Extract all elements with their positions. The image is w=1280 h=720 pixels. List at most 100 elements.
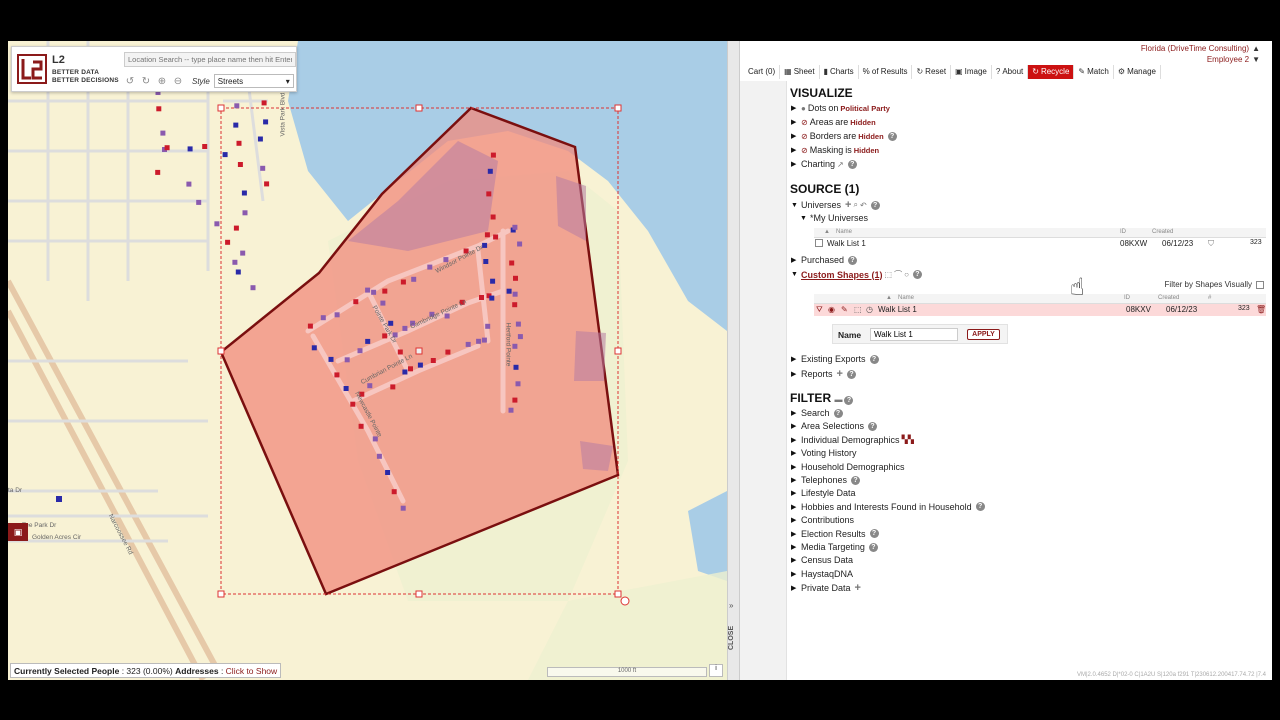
voter-dot[interactable] (234, 103, 240, 109)
help-icon[interactable]: ? (833, 408, 843, 418)
zoom-out-icon[interactable]: ⊖ (172, 76, 184, 87)
map-info-button[interactable]: i (709, 664, 723, 677)
filter-item[interactable]: ▶ Voting History (791, 448, 857, 458)
voter-dot[interactable] (512, 291, 518, 297)
voter-dot[interactable] (489, 295, 495, 301)
column-header[interactable]: Created (1158, 295, 1179, 301)
map-view[interactable]: Vista Park Blvd Windsor Pointe Dr Cambri… (8, 41, 727, 680)
voter-dot[interactable] (513, 275, 518, 281)
column-header[interactable]: ID (1120, 229, 1126, 235)
voter-dot[interactable] (430, 358, 436, 363)
voter-dot[interactable] (490, 152, 496, 158)
collapse-arrow-icon[interactable]: » (729, 601, 733, 610)
voter-dot[interactable] (493, 234, 499, 240)
voter-dot[interactable] (250, 285, 256, 291)
voter-dot[interactable] (465, 341, 471, 347)
column-header[interactable]: Name (836, 229, 852, 235)
shape-name-input[interactable] (870, 328, 958, 341)
match-button[interactable]: ✎ Match (1074, 65, 1114, 79)
voter-dot[interactable] (512, 224, 518, 230)
voter-dot[interactable] (427, 264, 433, 270)
sort-icon[interactable]: ▲ (886, 295, 892, 301)
voter-dot[interactable] (233, 225, 239, 231)
help-icon[interactable]: ? (844, 396, 854, 405)
location-search-input[interactable] (124, 52, 296, 67)
visualize-dots[interactable]: ▶ ● Dots on Political Party (791, 103, 890, 113)
help-icon[interactable]: ? (851, 475, 861, 485)
purchased-row[interactable]: ▶ Purchased? (791, 255, 858, 265)
voter-dot[interactable] (357, 348, 363, 354)
voter-dot[interactable] (257, 136, 263, 142)
voter-dot[interactable] (515, 321, 521, 327)
search-icon[interactable]: ⌕ (853, 200, 857, 210)
help-icon[interactable]: ? (846, 369, 856, 379)
voter-dot[interactable] (237, 162, 243, 167)
voter-dot[interactable] (307, 323, 313, 329)
voter-dot[interactable] (382, 288, 388, 294)
voter-dot[interactable] (232, 259, 238, 265)
voter-dot[interactable] (160, 130, 166, 136)
voter-dot[interactable] (155, 169, 161, 175)
voter-dot[interactable] (264, 181, 270, 187)
visualize-charting[interactable]: ▶ Charting ↗? (791, 159, 857, 169)
row-checkbox[interactable] (815, 239, 823, 247)
voter-dot[interactable] (490, 214, 496, 220)
filter-item[interactable]: ▶ Census Data (791, 555, 853, 565)
help-icon[interactable]: ? (869, 529, 879, 539)
voter-dot[interactable] (417, 362, 423, 368)
voter-dot[interactable] (397, 349, 403, 355)
style-select[interactable]: Streets ▾ (213, 74, 294, 88)
filter-item[interactable]: ▶ Contributions (791, 515, 854, 525)
undo-icon[interactable]: ↶ (860, 201, 867, 210)
map-canvas[interactable] (8, 41, 727, 680)
filter-item[interactable]: ▶ Household Demographics (791, 462, 905, 472)
help-icon[interactable]: ? (869, 354, 879, 364)
voter-dot[interactable] (242, 210, 248, 216)
add-icon[interactable]: + (837, 368, 843, 380)
filter-item[interactable]: ▶ Individual Demographics ▚▚ (791, 435, 914, 445)
filter-item[interactable]: ▶ Search? (791, 408, 843, 418)
about-button[interactable]: ? About (992, 65, 1029, 79)
cart-button[interactable]: Cart (0) (744, 65, 781, 79)
sort-icon[interactable]: ▲ (824, 229, 830, 235)
voter-dot[interactable] (490, 278, 496, 284)
custom-shapes-row[interactable]: ▼ Custom Shapes (1) ⬚ ⌒ ○? (791, 269, 922, 280)
voter-dot[interactable] (508, 407, 514, 413)
voter-dot[interactable] (164, 145, 170, 151)
filter-item[interactable]: ▶ Area Selections? (791, 421, 878, 431)
image-button[interactable]: ▣ Image (951, 65, 992, 79)
voter-dot[interactable] (240, 250, 246, 256)
zoom-in-icon[interactable]: ⊕ (156, 76, 168, 87)
help-icon[interactable]: ? (848, 255, 858, 265)
filter-item[interactable]: ▶ Private Data + (791, 582, 861, 594)
reports-row[interactable]: ▶ Reports +? (791, 368, 856, 380)
voter-dot[interactable] (235, 269, 241, 275)
column-header[interactable]: Created (1152, 229, 1173, 235)
filter-item[interactable]: ▶ HaystaqDNA (791, 569, 853, 579)
voter-dot[interactable] (186, 181, 192, 187)
voter-dot[interactable] (260, 165, 266, 171)
voter-dot[interactable] (515, 381, 521, 387)
voter-dot[interactable] (202, 144, 208, 149)
voter-dot[interactable] (380, 300, 386, 306)
voter-dot[interactable] (214, 221, 220, 227)
bounds-icon[interactable]: ⬚ (854, 305, 862, 314)
clock-icon[interactable]: ◷ (866, 305, 873, 314)
voter-dot[interactable] (311, 345, 317, 351)
voter-dot[interactable] (476, 338, 482, 344)
voter-dot[interactable] (445, 349, 451, 355)
chat-icon[interactable]: ▣ (8, 523, 28, 541)
percent-results-button[interactable]: % of Results (859, 65, 913, 79)
voter-dot[interactable] (236, 140, 242, 146)
table-row[interactable]: ⛛ ◉ ✎ ⬚ ◷ Walk List 1 08KXV 06/12/23 323… (814, 304, 1266, 316)
add-icon[interactable]: + (855, 582, 861, 594)
lasso-icon[interactable]: ⌒ (894, 269, 902, 280)
voter-dot[interactable] (509, 260, 515, 266)
filter-item[interactable]: ▶ Lifestyle Data (791, 488, 856, 498)
sheet-button[interactable]: ▦ Sheet (780, 65, 820, 79)
my-universes-row[interactable]: ▼ *My Universes (800, 213, 868, 223)
checker-icon[interactable]: ▚▚ (902, 435, 914, 444)
column-header[interactable]: # (1208, 295, 1211, 301)
voter-dot[interactable] (506, 288, 512, 294)
voter-dot[interactable] (196, 199, 202, 205)
